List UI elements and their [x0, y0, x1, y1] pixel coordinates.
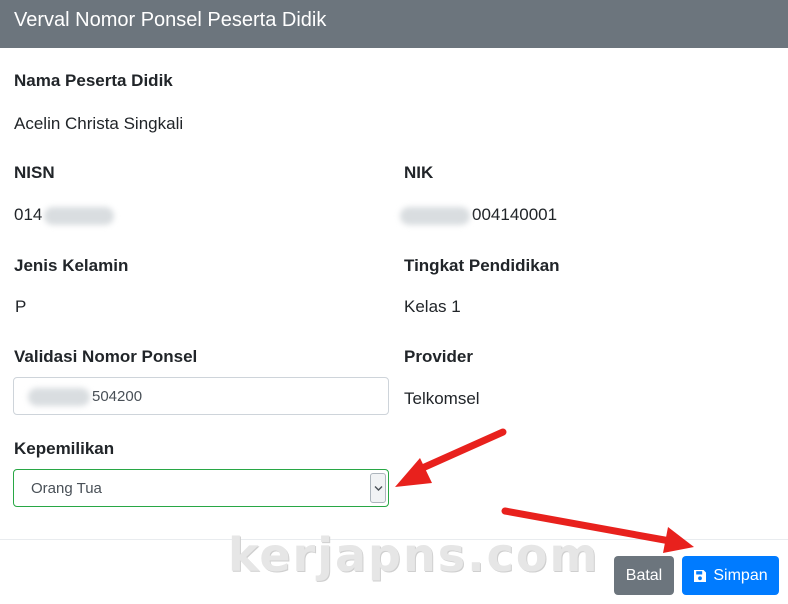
nik-redacted — [400, 206, 470, 225]
nik-visible-text: 004140001 — [472, 205, 558, 224]
phone-label: Validasi Nomor Ponsel — [14, 347, 198, 366]
nisn-redacted — [44, 206, 115, 225]
red-arrow-icon — [395, 428, 507, 487]
provider-label: Provider — [404, 347, 473, 366]
provider-value: Telkomsel — [404, 389, 480, 408]
phone-input[interactable]: 504200 — [13, 377, 389, 415]
phone-redacted — [28, 388, 90, 406]
phone-input-value: 504200 — [92, 388, 143, 405]
ownership-select[interactable]: Orang Tua — [13, 469, 389, 507]
gender-value: P — [15, 297, 27, 316]
student-name-label: Nama Peserta Didik — [14, 71, 173, 90]
nik-label: NIK — [404, 163, 434, 182]
nisn-label: NISN — [14, 163, 55, 182]
floppy-disk-icon — [694, 569, 707, 582]
ownership-label: Kepemilikan — [14, 439, 115, 458]
student-name-value: Acelin Christa Singkali — [14, 114, 184, 133]
nisn-visible-text: 014 — [14, 205, 43, 224]
level-value: Kelas 1 — [404, 297, 461, 316]
cancel-button-label: Batal — [625, 566, 663, 584]
ownership-selected-value: Orang Tua — [31, 480, 102, 497]
nik-value: 004140001 — [400, 205, 557, 225]
save-button[interactable]: Simpan — [682, 556, 779, 595]
cancel-button[interactable]: Batal — [614, 556, 674, 595]
level-label: Tingkat Pendidikan — [404, 256, 560, 275]
modal-header: Verval Nomor Ponsel Peserta Didik — [0, 0, 788, 48]
watermark: kerjapns.com — [228, 528, 600, 582]
nisn-value: 014 — [14, 205, 115, 225]
modal-title: Verval Nomor Ponsel Peserta Didik — [14, 9, 327, 31]
chevron-down-icon[interactable] — [370, 473, 386, 503]
save-button-label: Simpan — [713, 566, 768, 584]
gender-label: Jenis Kelamin — [14, 256, 129, 275]
